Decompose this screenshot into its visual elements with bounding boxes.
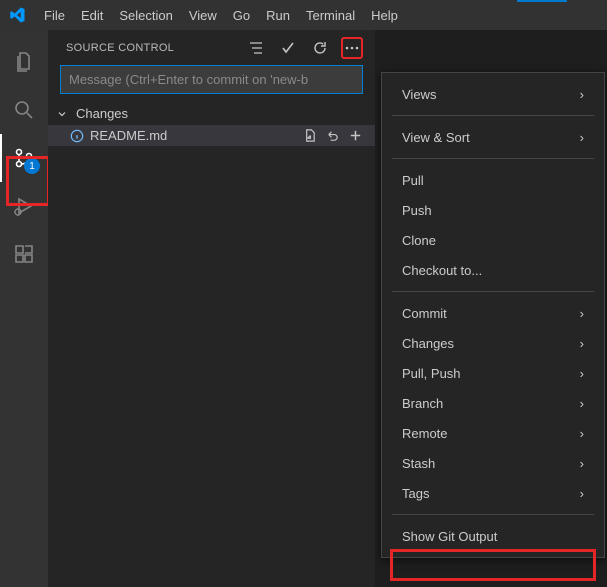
menu-pull-push[interactable]: Pull, Push› xyxy=(382,358,604,388)
more-actions-button[interactable] xyxy=(341,37,363,59)
activity-extensions[interactable] xyxy=(0,230,48,278)
chevron-right-icon: › xyxy=(580,456,584,471)
changes-label: Changes xyxy=(76,106,128,121)
commit-message-input[interactable] xyxy=(60,65,363,94)
menu-views[interactable]: Views › xyxy=(382,79,604,109)
menu-changes[interactable]: Changes› xyxy=(382,328,604,358)
source-control-title: SOURCE CONTROL xyxy=(66,42,245,54)
chevron-right-icon: › xyxy=(580,486,584,501)
menu-edit[interactable]: Edit xyxy=(73,4,111,27)
changed-file-row[interactable]: README.md xyxy=(48,125,375,146)
chevron-down-icon xyxy=(56,108,70,120)
check-icon xyxy=(280,40,296,56)
source-control-header: SOURCE CONTROL xyxy=(48,30,375,65)
view-as-tree-button[interactable] xyxy=(245,37,267,59)
file-info-icon xyxy=(70,129,84,143)
extensions-icon xyxy=(12,242,36,266)
source-control-header-actions xyxy=(245,37,363,59)
menu-terminal[interactable]: Terminal xyxy=(298,4,363,27)
stage-changes-button[interactable] xyxy=(348,128,363,143)
chevron-right-icon: › xyxy=(580,426,584,441)
ellipsis-icon xyxy=(344,40,360,56)
menu-separator xyxy=(392,115,594,116)
vscode-logo-icon xyxy=(8,6,26,24)
file-name: README.md xyxy=(90,128,167,143)
chevron-right-icon: › xyxy=(580,130,584,145)
activity-run-debug[interactable] xyxy=(0,182,48,230)
commit-message-wrap xyxy=(48,65,375,102)
menu-go[interactable]: Go xyxy=(225,4,258,27)
scm-badge: 1 xyxy=(24,158,40,174)
menu-commit[interactable]: Commit› xyxy=(382,298,604,328)
activity-explorer[interactable] xyxy=(0,38,48,86)
menu-remote[interactable]: Remote› xyxy=(382,418,604,448)
refresh-button[interactable] xyxy=(309,37,331,59)
menu-file[interactable]: File xyxy=(36,4,73,27)
goto-file-icon xyxy=(302,128,317,143)
accent-strip xyxy=(517,0,567,2)
chevron-right-icon: › xyxy=(580,87,584,102)
chevron-right-icon: › xyxy=(580,306,584,321)
menu-show-git-output[interactable]: Show Git Output xyxy=(382,521,604,551)
file-row-actions xyxy=(302,128,363,143)
menu-separator xyxy=(392,158,594,159)
menu-separator xyxy=(392,514,594,515)
chevron-right-icon: › xyxy=(580,366,584,381)
scm-more-actions-menu: Views › View & Sort › Pull Push Clone Ch… xyxy=(381,72,605,558)
menu-branch[interactable]: Branch› xyxy=(382,388,604,418)
chevron-right-icon: › xyxy=(580,396,584,411)
changes-section[interactable]: Changes xyxy=(48,102,375,125)
menubar: File Edit Selection View Go Run Terminal… xyxy=(36,4,406,27)
refresh-icon xyxy=(312,40,328,56)
menu-stash[interactable]: Stash› xyxy=(382,448,604,478)
activity-bar: 1 xyxy=(0,30,48,587)
title-bar: File Edit Selection View Go Run Terminal… xyxy=(0,0,607,30)
plus-icon xyxy=(348,128,363,143)
open-file-button[interactable] xyxy=(302,128,317,143)
menu-run[interactable]: Run xyxy=(258,4,298,27)
menu-tags[interactable]: Tags› xyxy=(382,478,604,508)
menu-pull[interactable]: Pull xyxy=(382,165,604,195)
menu-clone[interactable]: Clone xyxy=(382,225,604,255)
menu-help[interactable]: Help xyxy=(363,4,406,27)
activity-scm[interactable]: 1 xyxy=(0,134,48,182)
undo-icon xyxy=(325,128,340,143)
menu-selection[interactable]: Selection xyxy=(111,4,180,27)
commit-button[interactable] xyxy=(277,37,299,59)
menu-view[interactable]: View xyxy=(181,4,225,27)
chevron-right-icon: › xyxy=(580,336,584,351)
menu-checkout[interactable]: Checkout to... xyxy=(382,255,604,285)
source-control-panel: SOURCE CONTROL Changes README.md xyxy=(48,30,375,587)
menu-push[interactable]: Push xyxy=(382,195,604,225)
menu-view-sort[interactable]: View & Sort › xyxy=(382,122,604,152)
discard-changes-button[interactable] xyxy=(325,128,340,143)
files-icon xyxy=(12,50,36,74)
tree-icon xyxy=(248,40,264,56)
menu-separator xyxy=(392,291,594,292)
search-icon xyxy=(12,98,36,122)
debug-icon xyxy=(12,194,36,218)
activity-search[interactable] xyxy=(0,86,48,134)
